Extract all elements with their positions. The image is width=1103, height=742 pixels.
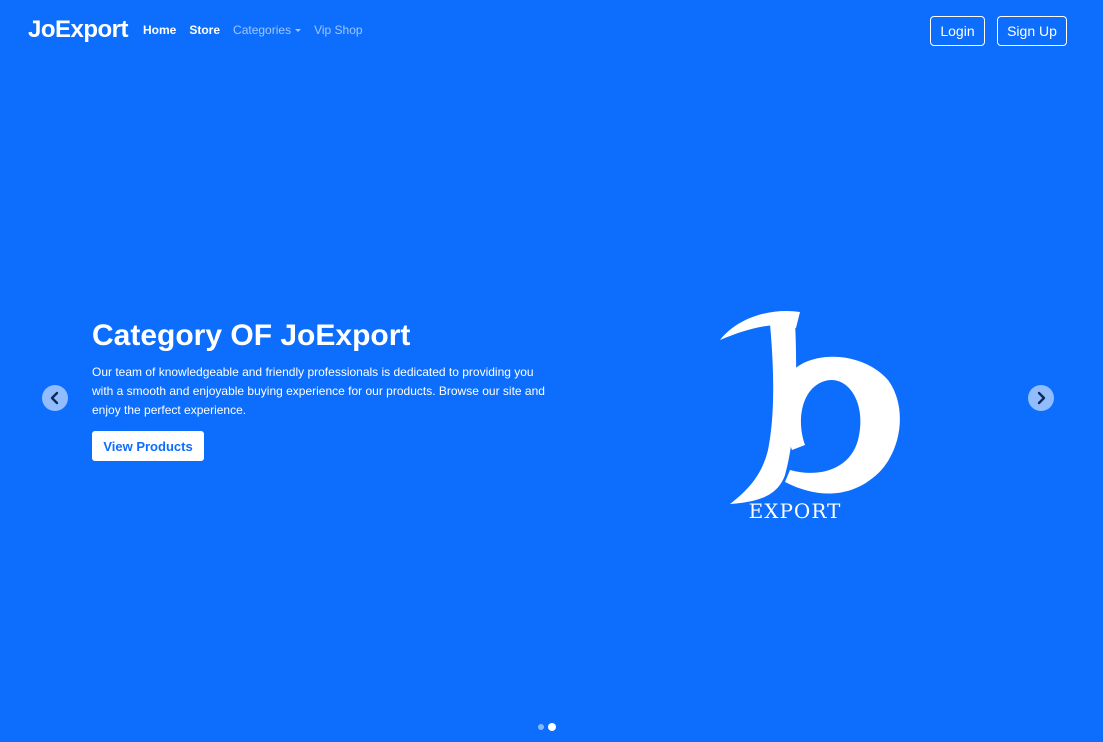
view-products-button[interactable]: View Products (92, 431, 204, 461)
nav-home[interactable]: Home (143, 23, 176, 37)
navbar: JoExport Home Store Categories Vip Shop … (0, 0, 1103, 64)
carousel-prev-button[interactable] (42, 385, 68, 411)
brand-logo[interactable]: JoExport (28, 16, 129, 44)
hero-title: Category OF JoExport (92, 319, 411, 352)
login-button[interactable]: Login (930, 16, 985, 46)
nav-categories-label: Categories (233, 23, 292, 37)
nav-categories-dropdown[interactable]: Categories (233, 23, 302, 37)
hero-caption: Category OF JoExport Our team of knowled… (92, 318, 552, 420)
carousel-next-button[interactable] (1028, 385, 1054, 411)
caret-down-icon (295, 29, 302, 33)
chevron-left-icon (50, 391, 59, 405)
carousel-indicators (538, 723, 556, 731)
nav-links: Home Store Categories Vip Shop (143, 23, 363, 37)
chevron-right-icon (1037, 391, 1046, 405)
signup-button[interactable]: Sign Up (997, 16, 1067, 46)
joexport-logo: EXPORT (710, 300, 910, 535)
carousel-indicator-1[interactable] (538, 724, 544, 730)
nav-store[interactable]: Store (189, 23, 220, 37)
hero-text: Our team of knowledgeable and friendly p… (92, 365, 545, 417)
logo-export-text: EXPORT (749, 499, 842, 523)
nav-vip-shop[interactable]: Vip Shop (314, 23, 363, 37)
carousel-indicator-2[interactable] (548, 723, 556, 731)
jo-logo-icon: EXPORT (720, 310, 900, 523)
